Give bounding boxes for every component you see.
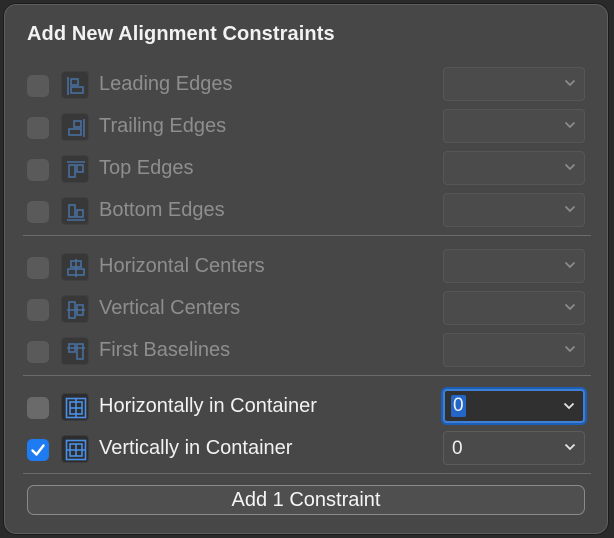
leading-edges-checkbox[interactable] xyxy=(27,75,49,97)
vertically-in-container-constant-dropdown[interactable]: 0 xyxy=(443,431,585,465)
section-divider xyxy=(23,235,591,236)
constraint-label: Trailing Edges xyxy=(99,115,227,137)
constraint-label: Vertically in Container xyxy=(99,437,293,459)
chevron-down-icon xyxy=(564,121,576,129)
chevron-down-icon xyxy=(564,261,576,269)
constraint-row-horizontally-in-container: Horizontally in Container 0 xyxy=(5,389,609,429)
constraint-label: Bottom Edges xyxy=(99,199,225,221)
constraint-row-top-edges: Top Edges xyxy=(5,151,609,191)
constraint-row-first-baselines: First Baselines xyxy=(5,333,609,373)
constraint-row-trailing-edges: Trailing Edges xyxy=(5,109,609,149)
chevron-down-icon xyxy=(563,402,575,410)
constraint-row-horizontal-centers: Horizontal Centers xyxy=(5,249,609,289)
constraint-row-vertically-in-container: Vertically in Container 0 xyxy=(5,431,609,471)
constraint-label: Vertical Centers xyxy=(99,297,241,319)
top-edges-icon xyxy=(61,155,89,183)
alignment-constraints-popover: Add New Alignment Constraints Leading Ed… xyxy=(4,4,608,534)
trailing-edges-constant-dropdown[interactable] xyxy=(443,109,585,143)
chevron-down-icon xyxy=(564,303,576,311)
constraint-row-vertical-centers: Vertical Centers xyxy=(5,291,609,331)
top-edges-checkbox[interactable] xyxy=(27,159,49,181)
constraint-label: Horizontally in Container xyxy=(99,395,317,417)
vertically-in-container-checkbox[interactable] xyxy=(27,439,49,461)
horizontally-in-container-constant-dropdown[interactable]: 0 xyxy=(443,389,585,423)
horizontal-centers-constant-dropdown[interactable] xyxy=(443,249,585,283)
vertical-centers-icon xyxy=(61,295,89,323)
chevron-down-icon xyxy=(564,163,576,171)
section-divider xyxy=(23,375,591,376)
bottom-edges-icon xyxy=(61,197,89,225)
horizontally-in-container-icon xyxy=(61,393,89,421)
chevron-down-icon xyxy=(564,443,576,451)
constraint-label: First Baselines xyxy=(99,339,231,361)
first-baselines-icon xyxy=(61,337,89,365)
vertically-in-container-icon xyxy=(61,435,89,463)
popover-title: Add New Alignment Constraints xyxy=(27,23,335,45)
leading-edges-icon xyxy=(61,71,89,99)
bottom-edges-constant-dropdown[interactable] xyxy=(443,193,585,227)
first-baselines-checkbox[interactable] xyxy=(27,341,49,363)
constraint-row-leading-edges: Leading Edges xyxy=(5,67,609,107)
horizontal-centers-checkbox[interactable] xyxy=(27,257,49,279)
horizontally-in-container-checkbox[interactable] xyxy=(27,397,49,419)
constraint-label: Top Edges xyxy=(99,157,194,179)
vertical-centers-constant-dropdown[interactable] xyxy=(443,291,585,325)
first-baselines-constant-dropdown[interactable] xyxy=(443,333,585,367)
chevron-down-icon xyxy=(564,345,576,353)
horizontal-centers-icon xyxy=(61,253,89,281)
trailing-edges-icon xyxy=(61,113,89,141)
top-edges-constant-dropdown[interactable] xyxy=(443,151,585,185)
constraint-label: Horizontal Centers xyxy=(99,255,265,277)
chevron-down-icon xyxy=(564,79,576,87)
bottom-edges-checkbox[interactable] xyxy=(27,201,49,223)
vertical-centers-checkbox[interactable] xyxy=(27,299,49,321)
chevron-down-icon xyxy=(564,205,576,213)
constraint-label: Leading Edges xyxy=(99,73,233,95)
constraint-row-bottom-edges: Bottom Edges xyxy=(5,193,609,233)
add-constraint-button[interactable]: Add 1 Constraint xyxy=(27,485,585,515)
section-divider xyxy=(23,473,591,474)
trailing-edges-checkbox[interactable] xyxy=(27,117,49,139)
leading-edges-constant-dropdown[interactable] xyxy=(443,67,585,101)
checkmark-icon xyxy=(31,444,45,456)
